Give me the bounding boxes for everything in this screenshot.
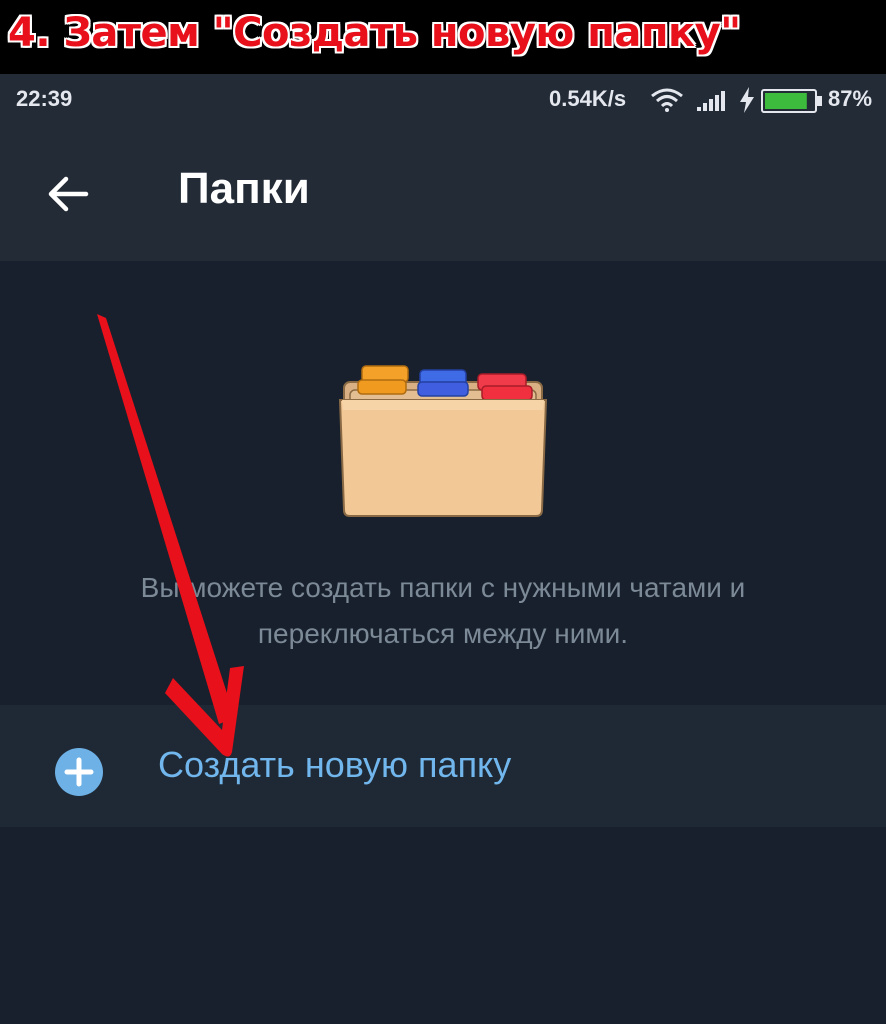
caption-banner: 4. Затем "Создать новую папку" (0, 0, 886, 74)
create-folder-label: Создать новую папку (158, 744, 512, 785)
charging-icon (740, 87, 754, 113)
battery-fill (765, 93, 807, 109)
caption-text: 4. Затем "Создать новую папку" (8, 10, 741, 56)
empty-state-description: Вы можете создать папки с нужными чатами… (140, 572, 746, 649)
page-title: Папки (178, 164, 310, 213)
create-folder-button[interactable]: Создать новую папку (0, 705, 886, 827)
plus-circle-icon (55, 748, 103, 796)
signal-icon (697, 91, 725, 111)
status-network-speed: 0.54K/s (549, 86, 627, 111)
status-time: 22:39 (16, 86, 73, 111)
status-bar: 22:39 0.54K/s 87% (0, 74, 886, 124)
battery-icon (761, 89, 822, 113)
wifi-icon (651, 88, 683, 112)
battery-percent: 87% (828, 86, 873, 111)
back-button[interactable] (30, 164, 106, 224)
folder-icon (338, 365, 548, 517)
back-arrow-icon (48, 176, 89, 212)
app-header: Папки (0, 124, 886, 261)
